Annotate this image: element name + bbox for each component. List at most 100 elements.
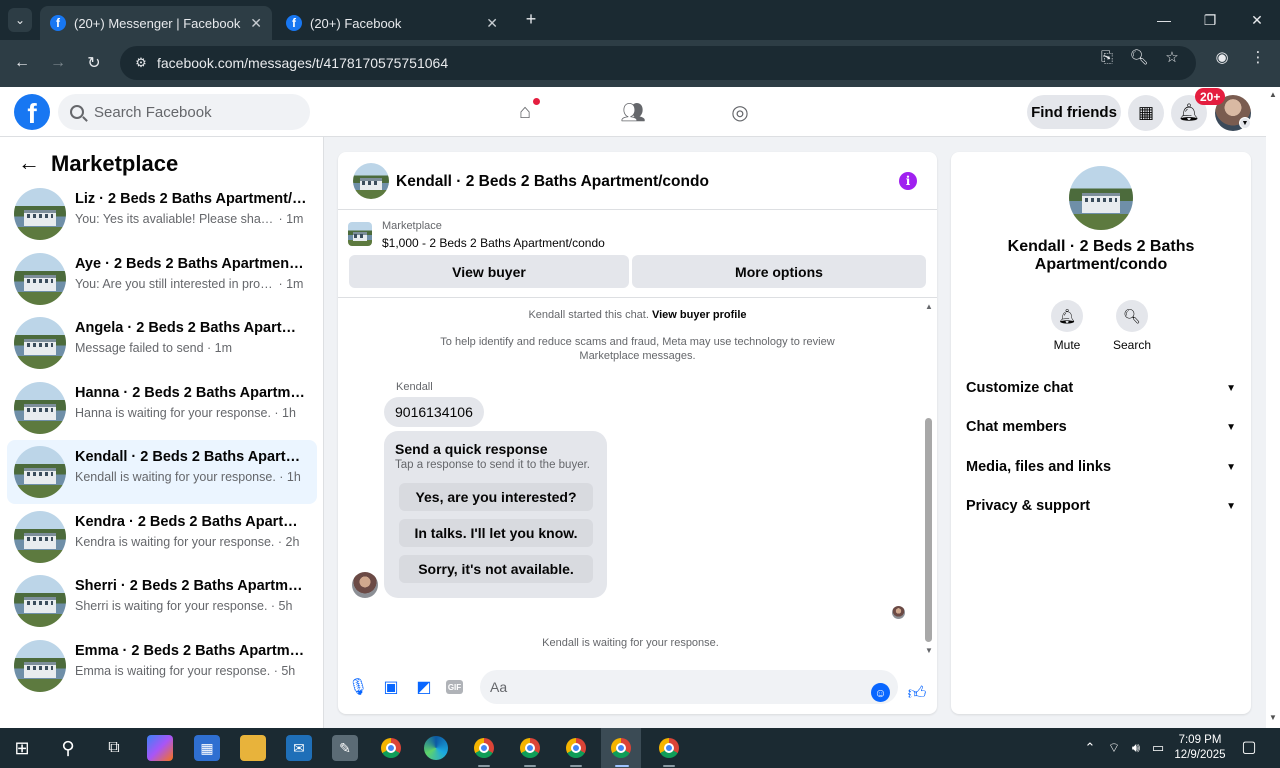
listing-thumbnail[interactable]	[348, 222, 372, 246]
bookmark-star-icon[interactable]: ☆	[1161, 46, 1183, 68]
view-buyer-button[interactable]: View buyer	[349, 255, 629, 288]
file-explorer-icon[interactable]	[240, 735, 266, 761]
close-window-icon[interactable]: ✕	[1245, 8, 1269, 32]
chat-members-section[interactable]: Chat members ▼	[966, 414, 1236, 440]
scroll-up-arrow-icon[interactable]: ▲	[925, 302, 933, 311]
edge-icon[interactable]	[424, 736, 448, 760]
bell-icon[interactable]: 🔔︎	[1051, 300, 1083, 332]
chrome-profile-icon[interactable]	[517, 735, 543, 761]
battery-icon[interactable]: ▭	[1149, 739, 1167, 757]
conversation-item[interactable]: Angela · 2 Beds 2 Baths Apartment/condo …	[7, 311, 317, 375]
scroll-up-arrow-icon[interactable]: ▲	[1269, 90, 1277, 99]
restore-icon[interactable]: ❐	[1198, 8, 1222, 32]
listing-thumbnail	[14, 188, 66, 240]
listing-price-title[interactable]: $1,000 - 2 Beds 2 Baths Apartment/condo	[382, 236, 605, 250]
menu-kebab-icon[interactable]: ⋮	[1247, 46, 1269, 68]
chevron-down-icon: ▼	[1226, 500, 1236, 512]
browser-toolbar: ← → ↻ ⚙ facebook.com/messages/t/41781705…	[0, 40, 1280, 87]
new-tab-plus-icon[interactable]: +	[520, 8, 542, 30]
menu-grid-icon[interactable]: ▦	[1128, 95, 1164, 131]
close-tab-icon[interactable]: ✕	[250, 15, 262, 32]
search-action[interactable]: 🔍︎ Search	[1102, 300, 1162, 352]
facebook-logo-icon[interactable]: f	[14, 94, 50, 130]
forward-arrow-icon[interactable]: →	[46, 51, 70, 75]
scrollbar-thumb[interactable]	[925, 418, 932, 642]
chrome-profile-icon-active[interactable]	[601, 728, 641, 768]
more-options-button[interactable]: More options	[632, 255, 926, 288]
quick-response-in-talks-button[interactable]: In talks. I'll let you know.	[399, 519, 593, 547]
conversation-item[interactable]: Kendra · 2 Beds 2 Baths Apartment/condo …	[7, 505, 317, 569]
microphone-icon[interactable]: 🎙︎	[347, 676, 369, 698]
paint-icon[interactable]: ✎	[332, 735, 358, 761]
conversation-item[interactable]: Liz · 2 Beds 2 Baths Apartment/condo You…	[7, 182, 317, 246]
info-icon[interactable]: i	[899, 172, 917, 190]
view-buyer-profile-link[interactable]: View buyer profile	[652, 309, 747, 321]
facebook-search[interactable]	[58, 94, 310, 130]
page-scrollbar[interactable]: ▲ ▼	[1266, 87, 1280, 728]
wifi-icon[interactable]: ⌔	[1105, 739, 1123, 757]
address-bar[interactable]: ⚙ facebook.com/messages/t/41781705757510…	[120, 46, 1196, 80]
conversation-snippet: Message failed to send · 1m	[75, 341, 233, 355]
search-icon[interactable]: ⚲	[55, 735, 81, 761]
scroll-down-arrow-icon[interactable]: ▼	[1269, 713, 1277, 722]
chrome-profile-icon[interactable]	[656, 735, 682, 761]
sender-avatar[interactable]	[352, 572, 378, 598]
url-text[interactable]: facebook.com/messages/t/4178170575751064	[157, 55, 448, 71]
emoji-icon[interactable]: ☺	[871, 683, 890, 702]
copilot-icon[interactable]	[147, 735, 173, 761]
chrome-icon[interactable]	[378, 735, 404, 761]
zoom-icon[interactable]: 🔍︎	[1128, 46, 1150, 68]
tab-search-chevron-icon[interactable]: ⌄	[8, 8, 32, 32]
privacy-support-section[interactable]: Privacy & support ▼	[966, 493, 1236, 519]
conversation-item[interactable]: Emma · 2 Beds 2 Baths Apartment/condo Em…	[7, 634, 317, 698]
reload-icon[interactable]: ↻	[82, 51, 106, 75]
system-clock[interactable]: 7:09 PM 12/9/2025	[1174, 733, 1226, 763]
groups-icon[interactable]: ◎	[727, 99, 753, 125]
conversation-item[interactable]: Hanna · 2 Beds 2 Baths Apartment/condo H…	[7, 376, 317, 440]
quick-response-not-available-button[interactable]: Sorry, it's not available.	[399, 555, 593, 583]
back-arrow-icon[interactable]: ←	[10, 51, 34, 75]
outlook-icon[interactable]: ✉	[286, 735, 312, 761]
conversation-item-selected[interactable]: Kendall · 2 Beds 2 Baths Apartment/condo…	[7, 440, 317, 504]
install-app-icon[interactable]: ⎘	[1096, 46, 1118, 68]
chat-title[interactable]: Kendall · 2 Beds 2 Baths Apartment/condo	[396, 173, 709, 191]
clock-date: 12/9/2025	[1174, 749, 1226, 761]
listing-thumbnail[interactable]	[1069, 166, 1133, 230]
customize-chat-section[interactable]: Customize chat ▼	[966, 375, 1236, 401]
notification-center-icon[interactable]: ▢	[1240, 738, 1258, 756]
message-input-wrapper[interactable]	[480, 670, 898, 704]
photo-icon[interactable]: ▣	[380, 676, 402, 698]
volume-icon[interactable]: 🔊︎	[1127, 739, 1145, 757]
media-files-links-section[interactable]: Media, files and links ▼	[966, 454, 1236, 480]
chrome-profile-icon[interactable]	[563, 735, 589, 761]
task-view-icon[interactable]: ⧉	[101, 735, 127, 761]
site-info-icon[interactable]: ⚙	[130, 52, 152, 74]
chevron-up-icon[interactable]: ⌃	[1081, 739, 1099, 757]
message-input[interactable]	[490, 679, 850, 695]
conversation-item[interactable]: Sherri · 2 Beds 2 Baths Apartment/condo …	[7, 569, 317, 633]
friends-icon[interactable]: 👥︎	[620, 99, 646, 125]
close-tab-icon[interactable]: ✕	[486, 15, 498, 32]
gif-icon[interactable]: GIF	[446, 680, 463, 694]
chrome-profile-icon[interactable]	[471, 735, 497, 761]
find-friends-button[interactable]: Find friends	[1027, 95, 1121, 129]
sticker-icon[interactable]: ◩	[413, 676, 435, 698]
conversation-item[interactable]: Aye · 2 Beds 2 Baths Apartment/condo You…	[7, 247, 317, 311]
minimize-icon[interactable]: —	[1152, 8, 1176, 32]
facebook-search-input[interactable]	[94, 103, 294, 121]
chevron-down-icon: ▼	[1226, 461, 1236, 473]
quick-response-yes-button[interactable]: Yes, are you interested?	[399, 483, 593, 511]
store-icon[interactable]: ▦	[194, 735, 220, 761]
tab-messenger[interactable]: f (20+) Messenger | Facebook ✕	[40, 6, 272, 40]
profile-icon[interactable]: ◉	[1211, 46, 1233, 68]
back-arrow-icon[interactable]: ←	[18, 150, 40, 175]
scroll-down-arrow-icon[interactable]: ▼	[925, 646, 933, 655]
tab-facebook[interactable]: f (20+) Facebook ✕	[276, 6, 508, 40]
thumbs-up-icon[interactable]: 👍︎	[906, 682, 928, 704]
listing-thumbnail[interactable]	[353, 163, 389, 199]
search-icon[interactable]: 🔍︎	[1116, 300, 1148, 332]
chat-scrollbar[interactable]: ▲ ▼	[922, 302, 934, 655]
windows-start-icon[interactable]: ⊞	[9, 735, 35, 761]
chevron-down-icon[interactable]: ▼	[1239, 117, 1251, 129]
mute-action[interactable]: 🔔︎ Mute	[1037, 300, 1097, 352]
